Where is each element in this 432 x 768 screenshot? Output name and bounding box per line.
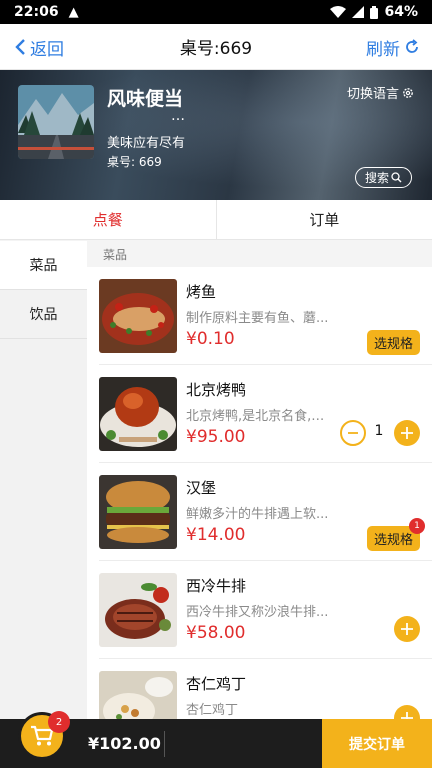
category-sidebar: 菜品 饮品 — [0, 241, 87, 719]
status-right: 64% — [330, 4, 418, 20]
search-button[interactable]: 搜索 — [355, 167, 412, 188]
cart-total: ¥102.00 — [88, 734, 161, 753]
section-header: 菜品 — [87, 241, 432, 267]
dish-price: ¥95.00 — [186, 427, 246, 447]
search-label: 搜索 — [364, 171, 389, 185]
back-label: 返回 — [30, 39, 64, 60]
refresh-icon — [406, 39, 418, 53]
select-spec-button[interactable]: 选规格 1 — [366, 518, 425, 551]
list-item[interactable]: 西冷牛排 西冷牛排又称沙浪牛排... ¥58.00 — [99, 561, 432, 659]
tab-orders[interactable]: 订单 — [215, 200, 432, 239]
warning-icon: ▲ — [68, 4, 79, 20]
dish-image — [99, 573, 177, 647]
language-switch-label: 切换语言 — [346, 87, 399, 102]
refresh-label: 刷新 — [366, 39, 400, 60]
dish-description: 鲜嫩多汁的牛排遇上软... — [186, 507, 329, 522]
dish-name: 烤鱼 — [186, 283, 217, 301]
sidebar-item-drinks[interactable]: 饮品 — [0, 290, 87, 339]
select-spec-button[interactable]: 选规格 — [366, 330, 420, 355]
dish-price: ¥14.00 — [186, 525, 246, 545]
shop-name: 风味便当 — [107, 88, 184, 110]
dish-name: 杏仁鸡丁 — [186, 675, 247, 693]
list-item[interactable]: 杏仁鸡丁 杏仁鸡丁 — [99, 659, 432, 719]
signal-icon — [352, 6, 365, 18]
dish-price: ¥0.10 — [186, 329, 235, 349]
top-nav-bar: 返回 桌号:669 刷新 — [0, 24, 432, 70]
list-item[interactable]: 北京烤鸭 北京烤鸭,是北京名食,它... ¥95.00 1 — [99, 365, 432, 463]
refresh-button[interactable]: 刷新 — [366, 24, 420, 70]
shop-banner: 风味便当 … 美味应有尽有 桌号: 669 切换语言 搜索 — [0, 70, 432, 200]
shop-slogan: 美味应有尽有 — [107, 136, 186, 151]
dish-image — [99, 475, 177, 549]
dish-name: 北京烤鸭 — [186, 381, 247, 399]
wifi-icon — [330, 6, 347, 18]
quantity-badge: 1 — [409, 518, 425, 534]
sidebar-item-dishes[interactable]: 菜品 — [0, 241, 87, 290]
dish-description: 杏仁鸡丁 — [186, 703, 239, 718]
dish-image — [99, 377, 177, 451]
list-item[interactable]: 汉堡 鲜嫩多汁的牛排遇上软... ¥14.00 选规格 1 — [99, 463, 432, 561]
quantity-value: 1 — [374, 423, 384, 439]
dish-description: 北京烤鸭,是北京名食,它... — [186, 409, 331, 424]
dish-description: 西冷牛排又称沙浪牛排... — [186, 605, 329, 620]
dish-list: 菜品 烤鱼 制作原料主要有鱼、蘑... ¥0.10 选规格 北京烤鸭 北京烤鸭,… — [87, 241, 432, 719]
search-icon — [391, 172, 402, 183]
dish-description: 制作原料主要有鱼、蘑... — [186, 311, 329, 326]
battery-level: 64% — [384, 4, 418, 20]
status-time: 22:06 — [14, 4, 59, 20]
list-item[interactable]: 烤鱼 制作原料主要有鱼、蘑... ¥0.10 选规格 — [99, 267, 432, 365]
plus-icon — [401, 712, 413, 719]
dish-image — [99, 671, 177, 719]
shop-logo-image — [18, 85, 94, 159]
plus-icon — [401, 623, 413, 635]
chevron-left-icon — [15, 39, 25, 55]
more-dots[interactable]: … — [171, 108, 186, 124]
back-button[interactable]: 返回 — [14, 24, 64, 70]
cart-count-badge: 2 — [48, 711, 70, 733]
main-tabs: 点餐 订单 — [0, 200, 432, 240]
dish-price: ¥58.00 — [186, 623, 246, 643]
select-spec-label: 选规格 — [373, 533, 413, 548]
add-to-cart-button[interactable] — [394, 705, 420, 719]
increase-quantity-button[interactable] — [394, 420, 420, 446]
cart-bar: 2 ¥102.00 提交订单 — [0, 711, 432, 768]
language-switch-button[interactable]: 切换语言 — [347, 83, 414, 102]
minus-icon — [348, 432, 358, 434]
dish-name: 西冷牛排 — [186, 577, 247, 595]
battery-icon — [370, 5, 379, 19]
dish-image — [99, 279, 177, 353]
table-number: 桌号: 669 — [107, 155, 162, 169]
dish-name: 汉堡 — [186, 479, 217, 497]
tab-order-food[interactable]: 点餐 — [0, 200, 216, 239]
divider — [164, 731, 165, 757]
add-to-cart-button[interactable] — [394, 616, 420, 642]
decrease-quantity-button[interactable] — [340, 420, 366, 446]
submit-order-button[interactable]: 提交订单 — [322, 719, 432, 768]
status-bar: 22:06 ▲ 64% — [0, 0, 432, 24]
plus-icon — [401, 427, 413, 439]
gear-icon — [403, 87, 413, 98]
